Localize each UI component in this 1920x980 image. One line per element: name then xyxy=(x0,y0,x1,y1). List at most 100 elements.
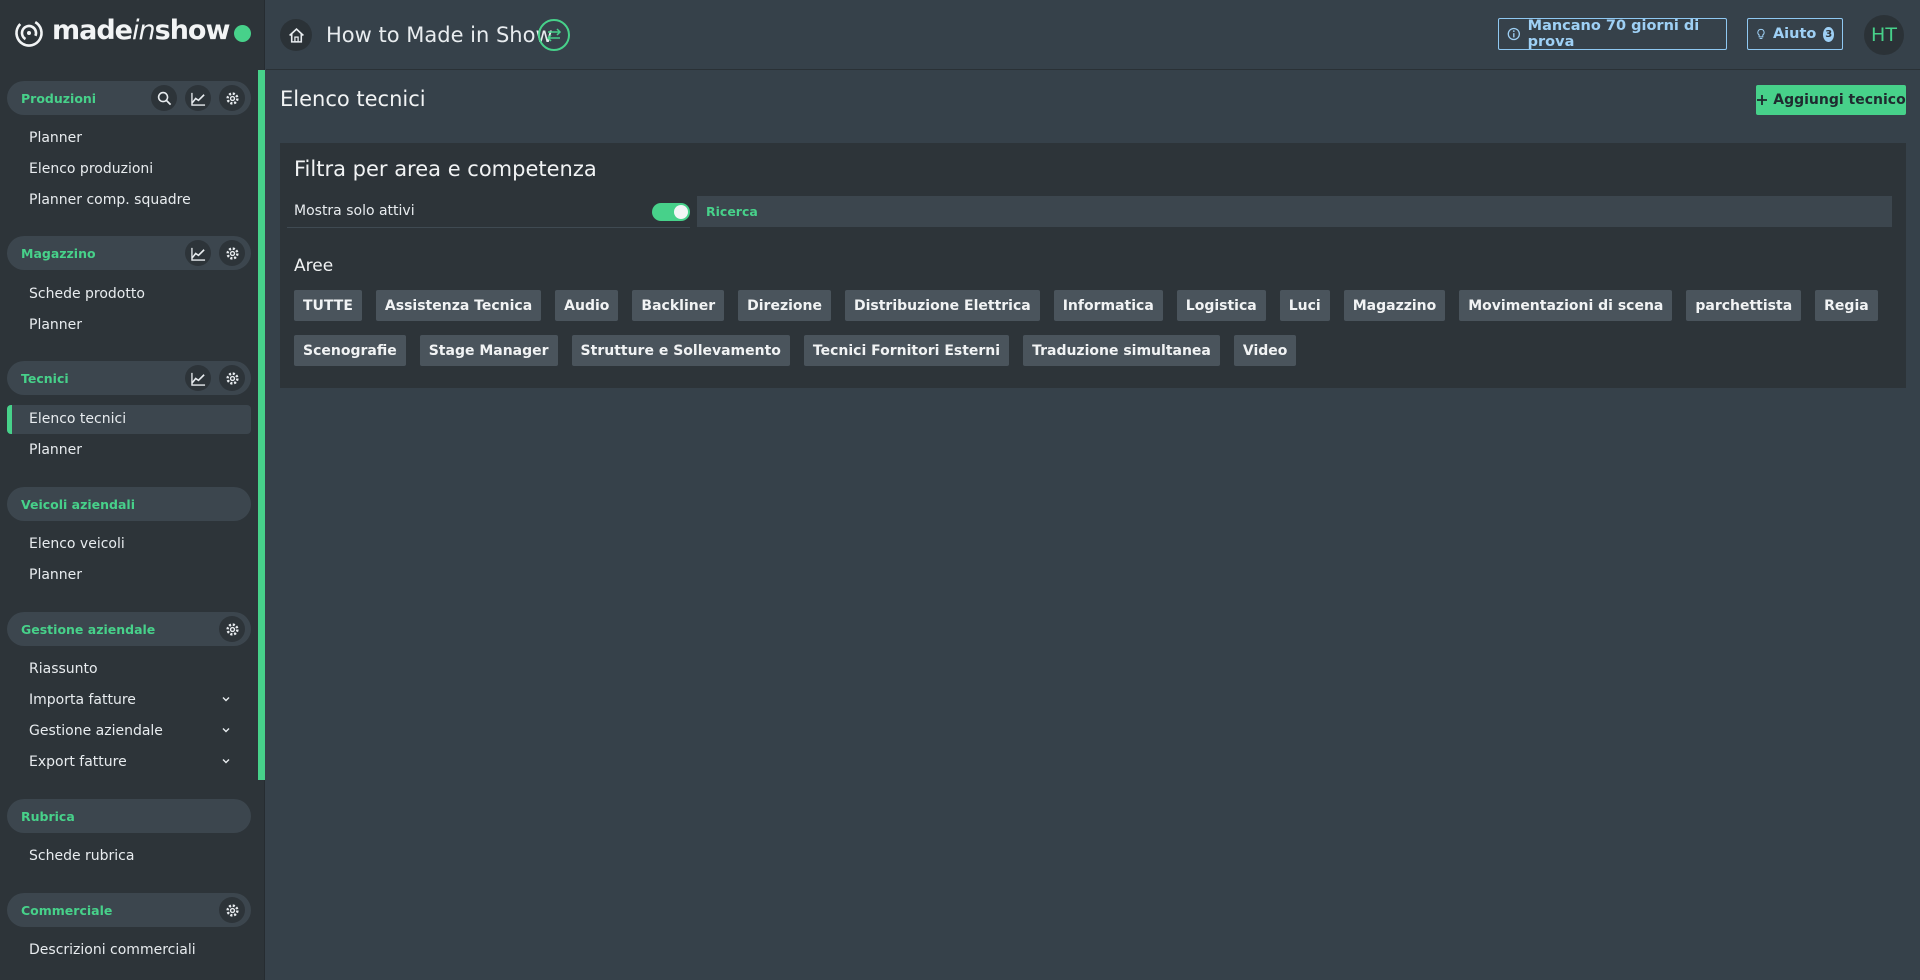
sidebar-item-label: Descrizioni commerciali xyxy=(29,942,196,958)
add-technician-label: Aggiungi tecnico xyxy=(1773,92,1906,108)
sidebar-item-label: Elenco produzioni xyxy=(29,161,154,177)
sidebar-section-produzioni[interactable]: Produzioni xyxy=(7,81,251,115)
sidebar-section-commerciale[interactable]: Commerciale xyxy=(7,893,251,927)
gear-icon[interactable] xyxy=(219,365,245,391)
sidebar-item-planner-produzioni[interactable]: Planner xyxy=(7,124,251,153)
sidebar-item-label: Planner xyxy=(29,317,83,333)
sidebar-section-label: Commerciale xyxy=(21,903,113,918)
sidebar-item-descrizioni-commerciali[interactable]: Descrizioni commerciali xyxy=(7,936,251,965)
area-chip[interactable]: Assistenza Tecnica xyxy=(375,290,542,321)
help-button[interactable]: Aiuto 3 xyxy=(1747,18,1843,50)
sidebar-item-elenco-veicoli[interactable]: Elenco veicoli xyxy=(7,530,251,559)
chart-line-icon[interactable] xyxy=(185,365,211,391)
sidebar-section-rubrica[interactable]: Rubrica xyxy=(7,799,251,833)
filter-title: Filtra per area e competenza xyxy=(294,157,597,181)
chart-line-icon[interactable] xyxy=(185,240,211,266)
filter-card: Filtra per area e competenza Mostra solo… xyxy=(280,143,1906,388)
area-chip[interactable]: Logistica xyxy=(1176,290,1266,321)
sidebar-section-label: Tecnici xyxy=(21,371,69,386)
area-chip[interactable]: Tecnici Fornitori Esterni xyxy=(803,335,1010,366)
area-chip[interactable]: Informatica xyxy=(1053,290,1163,321)
search-input[interactable] xyxy=(697,196,1892,227)
sidebar-section-label: Magazzino xyxy=(21,246,96,261)
add-technician-button[interactable]: Aggiungi tecnico xyxy=(1756,85,1906,115)
trial-remaining-button[interactable]: Mancano 70 giorni di prova xyxy=(1498,18,1727,50)
sidebar-item-label: Planner xyxy=(29,442,83,458)
areas-label: Aree xyxy=(294,256,334,276)
area-chip[interactable]: Movimentazioni di scena xyxy=(1459,290,1673,321)
sidebar-item-elenco-tecnici[interactable]: Elenco tecnici xyxy=(7,405,251,434)
sidebar-item-label: Schede prodotto xyxy=(29,286,145,302)
gear-icon[interactable] xyxy=(219,240,245,266)
sidebar-item-elenco-produzioni[interactable]: Elenco produzioni xyxy=(7,155,251,184)
switch-company-button[interactable] xyxy=(538,19,570,51)
area-chip[interactable]: Audio xyxy=(555,290,619,321)
info-icon xyxy=(1507,27,1521,41)
area-chip[interactable]: Stage Manager xyxy=(419,335,558,366)
app-title: How to Made in Show xyxy=(326,23,553,47)
area-chips: TUTTE Assistenza Tecnica Audio Backliner Dir… xyxy=(294,290,1894,366)
area-chip[interactable]: Traduzione simultanea xyxy=(1023,335,1220,366)
area-chip[interactable]: Regia xyxy=(1815,290,1878,321)
chart-line-icon[interactable] xyxy=(185,85,211,111)
sidebar-item-label: Export fatture xyxy=(29,754,127,770)
area-chip[interactable]: Backliner xyxy=(632,290,725,321)
sidebar-section-label: Gestione aziendale xyxy=(21,622,156,637)
sidebar-item-label: Importa fatture xyxy=(29,692,136,708)
area-chip[interactable]: Scenografie xyxy=(294,335,406,366)
gear-icon[interactable] xyxy=(219,616,245,642)
area-chip[interactable]: Luci xyxy=(1279,290,1330,321)
active-only-toggle[interactable] xyxy=(652,203,690,221)
sidebar: madeinshow Produzioni Planner Elenco pro… xyxy=(0,0,265,980)
sidebar-item-schede-rubrica[interactable]: Schede rubrica xyxy=(7,842,251,871)
logo[interactable]: madeinshow xyxy=(0,0,264,70)
online-status-dot xyxy=(234,25,251,42)
topbar: How to Made in Show Mancano 70 giorni di… xyxy=(266,0,1920,70)
help-label: Aiuto xyxy=(1772,26,1817,42)
sidebar-item-schede-prodotto[interactable]: Schede prodotto xyxy=(7,280,251,309)
active-only-row: Mostra solo attivi xyxy=(287,193,690,228)
sidebar-item-label: Elenco tecnici xyxy=(29,411,127,427)
sidebar-section-label: Produzioni xyxy=(21,91,97,106)
help-count-badge: 3 xyxy=(1823,26,1834,42)
sidebar-section-gestione-aziendale[interactable]: Gestione aziendale xyxy=(7,612,251,646)
area-chip[interactable]: Magazzino xyxy=(1343,290,1446,321)
area-chip[interactable]: Distribuzione Elettrica xyxy=(844,290,1040,321)
sidebar-section-tecnici[interactable]: Tecnici xyxy=(7,361,251,395)
sidebar-item-planner-tecnici[interactable]: Planner xyxy=(7,436,251,465)
gear-icon[interactable] xyxy=(219,897,245,923)
sidebar-item-planner-comp-squadre[interactable]: Planner comp. squadre xyxy=(7,186,251,215)
sidebar-item-planner-veicoli[interactable]: Planner xyxy=(7,561,251,590)
lightbulb-icon xyxy=(1757,28,1765,39)
gear-icon[interactable] xyxy=(219,85,245,111)
sidebar-item-riassunto[interactable]: Riassunto xyxy=(7,655,251,684)
area-chip[interactable]: Video xyxy=(1233,335,1297,366)
area-chip[interactable]: parchettista xyxy=(1686,290,1802,321)
avatar[interactable]: HT xyxy=(1864,15,1904,55)
chevron-down-icon xyxy=(222,697,230,702)
sidebar-item-importa-fatture[interactable]: Importa fatture xyxy=(7,686,251,715)
sidebar-item-label: Schede rubrica xyxy=(29,848,135,864)
sidebar-item-gestione-aziendale[interactable]: Gestione aziendale xyxy=(7,717,251,746)
search-icon[interactable] xyxy=(151,85,177,111)
area-chip[interactable]: Direzione xyxy=(738,290,831,321)
sidebar-item-label: Gestione aziendale xyxy=(29,723,163,739)
sidebar-section-magazzino[interactable]: Magazzino xyxy=(7,236,251,270)
sidebar-scrollbar[interactable] xyxy=(258,70,265,780)
sidebar-item-planner-magazzino[interactable]: Planner xyxy=(7,311,251,340)
active-only-label: Mostra solo attivi xyxy=(294,203,415,219)
chevron-down-icon xyxy=(222,759,230,764)
logo-text: madeinshow xyxy=(52,15,230,46)
sidebar-item-label: Planner comp. squadre xyxy=(29,192,191,208)
trial-remaining-label: Mancano 70 giorni di prova xyxy=(1527,18,1700,50)
area-chip[interactable]: TUTTE xyxy=(294,290,362,321)
area-chip[interactable]: Strutture e Sollevamento xyxy=(571,335,790,366)
home-icon xyxy=(288,27,304,43)
sidebar-item-label: Riassunto xyxy=(29,661,98,677)
sidebar-item-label: Planner xyxy=(29,130,83,146)
switch-arrows-icon xyxy=(546,28,562,42)
plus-icon xyxy=(1757,95,1768,105)
sidebar-section-veicoli[interactable]: Veicoli aziendali xyxy=(7,487,251,521)
sidebar-item-export-fatture[interactable]: Export fatture xyxy=(7,748,251,777)
home-button[interactable] xyxy=(280,19,312,51)
